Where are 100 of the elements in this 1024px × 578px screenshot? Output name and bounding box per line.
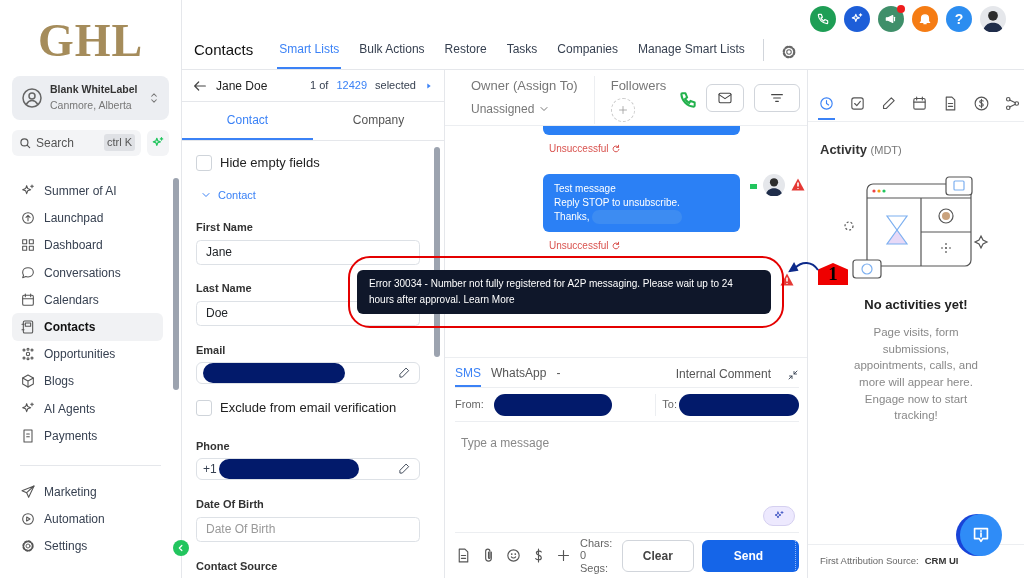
nav-item[interactable]: Automation xyxy=(12,505,163,533)
panel-tab[interactable]: Company xyxy=(313,102,444,140)
timezone-label: (MDT) xyxy=(870,144,902,156)
nav-tab[interactable]: Smart Lists xyxy=(277,40,342,69)
message-status: Unsuccessful xyxy=(549,239,609,253)
email-button[interactable] xyxy=(706,84,745,112)
from-label: From: xyxy=(455,397,484,413)
message-status: Unsuccessful xyxy=(549,142,609,156)
total-count-link[interactable]: 12429 xyxy=(336,77,367,94)
ai-assist-button[interactable] xyxy=(763,506,795,526)
character-counter: Chars: 0 Segs: xyxy=(580,537,614,574)
clock-icon xyxy=(818,95,835,113)
notifications-icon xyxy=(918,12,932,26)
nav-item[interactable]: Launchpad xyxy=(12,204,163,232)
selected-label: selected xyxy=(375,78,416,94)
play-circle-icon xyxy=(20,511,36,528)
page-title: Contacts xyxy=(194,39,254,60)
share-icon xyxy=(1004,95,1021,113)
chevron-left-icon xyxy=(176,543,186,553)
calendar-icon xyxy=(911,95,928,113)
section-title[interactable]: Contact xyxy=(218,186,256,203)
owner-label: Owner (Assign To) xyxy=(471,77,578,95)
phone-icon xyxy=(816,12,830,26)
account-switcher[interactable]: Blank WhiteLabel Canmore, Alberta xyxy=(12,76,169,120)
avatar-icon[interactable] xyxy=(980,6,1006,32)
followers-label: Followers xyxy=(610,77,667,95)
learn-more-link[interactable]: Learn More xyxy=(463,294,515,305)
attribution-value: CRM UI xyxy=(924,554,959,569)
record-position: 1 of xyxy=(310,78,329,94)
panel-tab[interactable]: Contact xyxy=(182,102,313,140)
mail-icon xyxy=(717,90,734,106)
nav-item[interactable]: Dashboard xyxy=(12,231,163,260)
checkbox[interactable] xyxy=(196,400,212,416)
checkbox-label: Exclude from email verification xyxy=(220,399,397,418)
pencil-icon[interactable] xyxy=(397,462,411,477)
nav-tab[interactable]: Restore xyxy=(442,40,489,69)
field-label: Date Of Birth xyxy=(196,497,264,513)
retry-icon[interactable] xyxy=(611,240,622,251)
settings-link[interactable]: Settings xyxy=(12,532,163,560)
nav-tab[interactable]: Manage Smart Lists xyxy=(636,40,747,69)
field-label: Last Name xyxy=(196,281,252,297)
plus-icon xyxy=(616,103,629,116)
internal-comment-tab[interactable]: Internal Comment xyxy=(675,365,771,387)
text-field[interactable]: Date Of Birth xyxy=(196,516,420,542)
nav-item[interactable]: Blogs xyxy=(12,367,163,395)
dots-icon xyxy=(20,346,36,363)
logo: GHL xyxy=(36,18,145,64)
phone-button[interactable] xyxy=(810,6,836,32)
error-tooltip: Error 30034 - Number not fully registered for A2P messaging. Please wait up to 24 hours after approval. Learn More xyxy=(357,270,771,314)
plus-icon[interactable] xyxy=(555,547,572,564)
notifications-button[interactable] xyxy=(912,6,938,32)
grid-icon xyxy=(20,237,36,254)
nav-tab[interactable]: Companies xyxy=(555,40,620,69)
sparkle-button[interactable] xyxy=(844,6,870,32)
nav-tab[interactable]: Bulk Actions xyxy=(357,40,427,69)
activity-tab[interactable] xyxy=(818,94,835,120)
scrollbar[interactable] xyxy=(173,178,179,390)
upload-circle-icon xyxy=(20,210,36,227)
owner-dropdown[interactable]: Unassigned xyxy=(471,99,578,118)
nav-item[interactable]: Opportunities xyxy=(12,340,163,368)
retry-icon[interactable] xyxy=(611,143,622,154)
message-text: Reply STOP to unsubscribe. xyxy=(554,196,680,210)
search-field[interactable]: Search ctrl K xyxy=(12,129,141,156)
megaphone-button[interactable] xyxy=(878,6,904,32)
calendar-icon xyxy=(20,291,36,308)
account-name: Blank WhiteLabel xyxy=(50,82,138,97)
contact-book-icon xyxy=(20,319,36,336)
user-icon xyxy=(20,85,44,110)
collapse-icon[interactable] xyxy=(787,369,799,381)
nav-tab[interactable]: Tasks xyxy=(504,40,540,69)
empty-state-text: Page visits, form submissions, appointments, calls, and more will appear here. Engage now to start tracking! xyxy=(853,325,979,424)
nav-item[interactable]: Conversations xyxy=(12,259,163,287)
text-field[interactable]: Jane xyxy=(196,239,420,265)
avatar-icon xyxy=(763,174,785,196)
channel-tab[interactable]: WhatsApp xyxy=(491,364,547,387)
search-placeholder: Search xyxy=(36,134,75,152)
nav-item[interactable]: AI Agents xyxy=(12,395,163,423)
checkbox[interactable] xyxy=(196,154,212,171)
contact-name: Jane Doe xyxy=(216,77,268,95)
text-field[interactable]: +1 xyxy=(196,458,420,481)
nav-item[interactable]: Contacts xyxy=(12,313,163,341)
smiley-icon[interactable] xyxy=(505,547,522,564)
clear-button[interactable]: Clear xyxy=(621,539,694,572)
to-label: To: xyxy=(662,397,677,413)
feedback-button[interactable] xyxy=(960,514,1002,556)
phone-icon[interactable] xyxy=(678,90,699,110)
nav-item[interactable]: Payments xyxy=(12,422,163,450)
filter-button[interactable] xyxy=(754,84,801,112)
field-label: Email xyxy=(196,342,226,358)
checkbox-icon xyxy=(849,95,866,113)
pencil-icon[interactable] xyxy=(397,366,411,381)
nav-item[interactable]: Marketing xyxy=(12,478,163,506)
annotation-arrow xyxy=(788,261,819,273)
nav-item[interactable]: Summer of AI xyxy=(12,177,163,205)
channel-tab[interactable]: SMS xyxy=(455,364,481,387)
message-text: Test message xyxy=(554,182,616,196)
nav-item[interactable]: Calendars xyxy=(12,286,163,314)
warning-icon xyxy=(780,273,794,286)
channel-tab[interactable]: - xyxy=(556,364,561,387)
text-field[interactable] xyxy=(196,362,420,385)
